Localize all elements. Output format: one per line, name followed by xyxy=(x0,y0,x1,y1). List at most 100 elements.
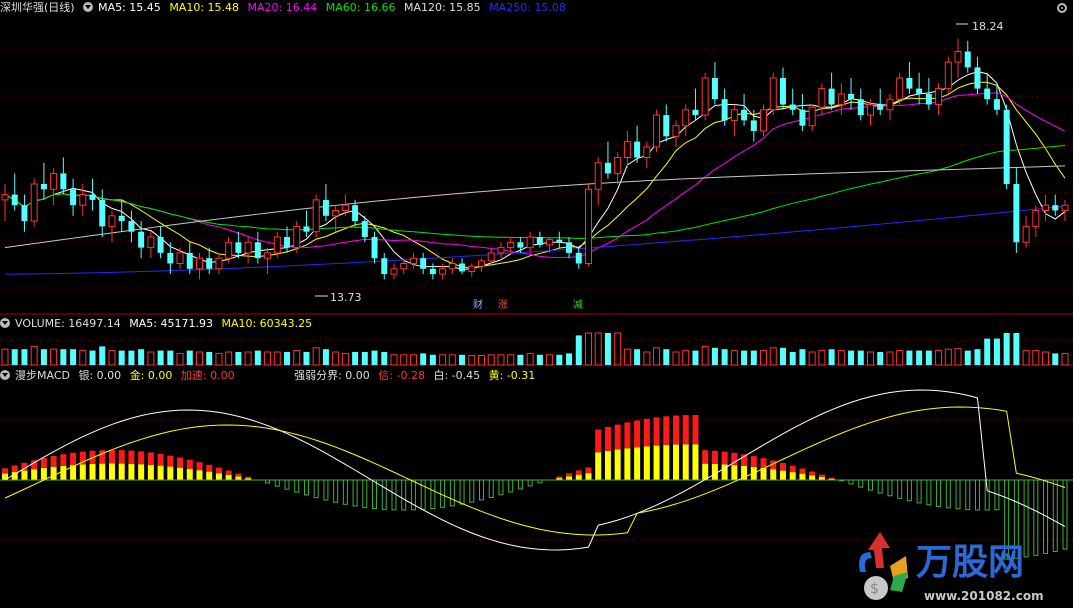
volume-bar xyxy=(429,354,436,365)
volume-bar xyxy=(341,352,349,366)
candle-body xyxy=(614,157,622,174)
settings-icon[interactable] xyxy=(1057,3,1067,13)
macd-bar-yellow xyxy=(157,465,164,480)
macd-bar-yellow xyxy=(575,474,582,480)
candle-body xyxy=(390,268,398,275)
macd-bar-green xyxy=(420,479,426,510)
ma-lines xyxy=(4,71,1066,275)
volume-bars xyxy=(1,332,1069,366)
ma20-label: MA20: 16.44 xyxy=(247,1,318,14)
volume-bar xyxy=(653,347,661,366)
macd-bar-green xyxy=(868,479,874,491)
macd-bar-green xyxy=(498,479,504,496)
volume-bar xyxy=(935,350,943,366)
macd-bar-yellow xyxy=(770,469,777,480)
signal-jian: 减 xyxy=(572,300,584,312)
candle-body xyxy=(381,258,388,275)
macd-bar-yellow xyxy=(177,467,184,480)
volume-bar xyxy=(750,350,757,365)
macd-bar-yellow xyxy=(147,464,154,480)
candle-body xyxy=(195,257,203,270)
candle-body xyxy=(138,231,145,248)
candle-body xyxy=(312,199,320,233)
macd-bar-yellow xyxy=(79,464,86,480)
candle-body xyxy=(760,109,768,132)
volume-bar xyxy=(604,333,611,365)
volume-bar xyxy=(21,349,28,365)
macd-bar-yellow xyxy=(108,463,115,480)
candle-body xyxy=(400,263,408,270)
macd-bar-red xyxy=(245,476,252,479)
volume-bar xyxy=(916,350,923,365)
macd-bar-green xyxy=(858,479,864,488)
dropdown-icon[interactable] xyxy=(83,2,94,12)
volume-bar xyxy=(79,350,87,366)
macd-bar-red xyxy=(663,416,670,445)
macd-bar-yellow xyxy=(673,444,680,480)
volume-bar xyxy=(779,347,786,365)
macd-bar-green xyxy=(936,479,942,507)
candle-body xyxy=(147,236,155,249)
candle-body xyxy=(284,237,291,248)
volume-bar xyxy=(381,352,388,365)
macd-bar-green xyxy=(974,479,980,511)
macd-bar-red xyxy=(595,429,602,453)
volume-bar xyxy=(808,351,816,366)
volume-bar xyxy=(818,350,826,366)
macd-bar-yellow xyxy=(167,466,174,480)
macd-bar-red xyxy=(167,455,174,467)
candle-body xyxy=(682,109,690,127)
volume-bar xyxy=(575,335,582,365)
volume-bar xyxy=(322,349,329,365)
candle-body xyxy=(993,99,1000,110)
candle-body xyxy=(40,184,47,190)
candle-body xyxy=(60,173,67,190)
volume-bar xyxy=(954,348,962,366)
macd-bar-yellow xyxy=(206,471,213,480)
macd-bar-yellow xyxy=(799,473,806,480)
volume-bar xyxy=(974,349,981,365)
volume-bar xyxy=(312,347,320,366)
candle-body xyxy=(341,204,349,211)
macd-bar-red xyxy=(760,458,767,469)
macd-bar-red xyxy=(118,450,125,464)
ma20-line xyxy=(4,92,1066,259)
main-legend: 深圳华强(日线) MA5: 15.45 MA10: 15.48 MA20: 16… xyxy=(0,0,571,16)
candle-body xyxy=(30,183,38,222)
candle-body xyxy=(332,210,340,217)
candle-body xyxy=(303,226,310,232)
macd-bar-green xyxy=(401,479,407,511)
macd-bar-red xyxy=(604,427,611,451)
macd-bar-yellow xyxy=(89,463,96,480)
candle-body xyxy=(215,257,223,270)
macd-bar-green xyxy=(294,479,300,493)
volume-bar xyxy=(682,350,690,366)
volume-bar xyxy=(70,349,77,365)
candle-body xyxy=(721,99,728,121)
macd-bar-yellow xyxy=(21,470,28,480)
macd-yellow-line xyxy=(4,406,1066,536)
candle-body xyxy=(799,109,806,126)
volume-bar xyxy=(186,350,193,365)
macd-bar-red xyxy=(2,468,8,474)
candle-body xyxy=(964,51,971,68)
volume-bar xyxy=(546,354,554,366)
volume-bar xyxy=(371,350,378,365)
candle-body xyxy=(925,93,932,105)
volume-bar xyxy=(701,345,709,366)
volume-bar xyxy=(711,347,718,365)
macd-legend: 漫步MACD 银: 0.00 金: 0.00 加速: 0.00 强弱分界: 0.… xyxy=(0,368,540,384)
jin-label: 金: 0.00 xyxy=(129,369,173,382)
volume-bar xyxy=(108,350,116,366)
volume-bar xyxy=(672,351,680,366)
candle-body xyxy=(429,268,436,275)
macd-bar-red xyxy=(692,415,699,445)
ma120-line xyxy=(4,165,1066,249)
dropdown-icon[interactable] xyxy=(0,370,10,380)
candle-body xyxy=(487,252,495,262)
volume-bar xyxy=(390,354,398,366)
volume-bar xyxy=(663,349,670,365)
dropdown-icon[interactable] xyxy=(0,318,10,328)
volume-bar xyxy=(89,350,96,365)
volume-bar xyxy=(623,348,631,366)
